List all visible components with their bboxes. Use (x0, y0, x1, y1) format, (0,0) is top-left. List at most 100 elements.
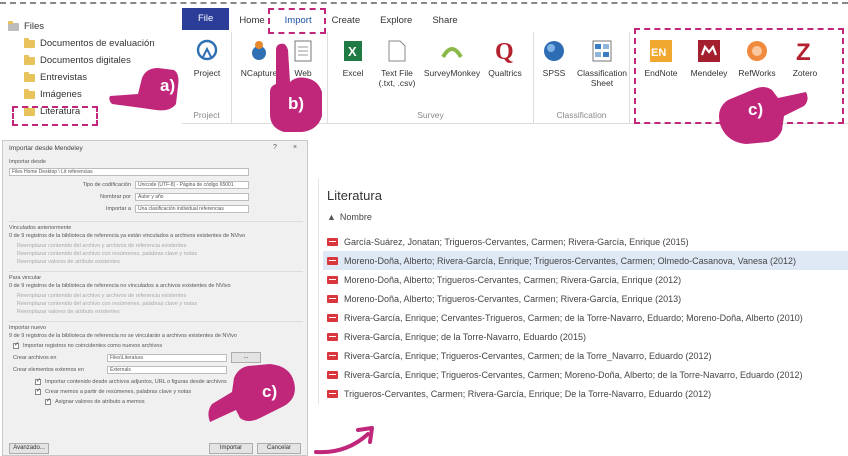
tree-item-label: Documentos de evaluación (40, 38, 155, 49)
tab-create[interactable]: Create (322, 12, 371, 30)
cancel-button[interactable]: Cancelar (257, 443, 301, 454)
list-item[interactable]: Rivera-García, Enrique; de la Torre-Nava… (323, 327, 848, 346)
folder-icon (24, 71, 35, 82)
spss-button[interactable]: SPSS (534, 38, 574, 78)
faded-option: Reemplazar valores de atributo existente… (17, 309, 120, 315)
svg-text:Q: Q (495, 39, 514, 64)
divider (9, 271, 303, 272)
import-to-label: Importar a (105, 206, 131, 212)
advanced-button[interactable]: Avanzado... (9, 443, 49, 454)
folder-icon (24, 37, 35, 48)
surveymonkey-icon (439, 38, 465, 64)
qualtrics-label: Qualtrics (488, 68, 522, 78)
qualtrics-button[interactable]: Q Qualtrics (480, 38, 530, 78)
svg-text:X: X (348, 44, 357, 59)
pointing-hand-icon (208, 364, 295, 422)
assign-attributes-checkbox[interactable] (45, 397, 51, 405)
list-item-label: Moreno-Doña, Alberto; Trigueros-Cervante… (344, 293, 682, 304)
ribbon-group-project: Project Project (182, 32, 232, 124)
list-item[interactable]: Rivera-García, Enrique; Cervantes-Trigue… (323, 308, 848, 327)
list-item[interactable]: Moreno-Doña, Alberto; Trigueros-Cervante… (323, 270, 848, 289)
section-title-to-link: Para vincular (9, 275, 42, 281)
folder-icon (24, 54, 35, 65)
faded-option: Reemplazar contenido del archivo y archi… (17, 293, 187, 299)
surveymonkey-button[interactable]: SurveyMonkey (422, 38, 482, 78)
divider (9, 321, 303, 322)
import-button[interactable]: Importar (209, 443, 253, 454)
tree-item-label: Entrevistas (40, 72, 87, 83)
pdf-icon (327, 370, 338, 379)
faded-option: Reemplazar contenido del archivo con res… (17, 251, 198, 257)
import-from-label: Importar desde (9, 159, 46, 165)
tree-item-documentos-evaluacion[interactable]: Documentos de evaluación (4, 35, 174, 52)
project-label: Project (193, 68, 221, 78)
folder-icon (8, 20, 19, 31)
tab-explore[interactable]: Explore (370, 12, 422, 30)
excel-button[interactable]: X Excel (328, 38, 378, 78)
ribbon-group-classification: SPSS Classification Sheet Classification (534, 32, 630, 124)
tree-item-files[interactable]: Files (4, 18, 174, 35)
import-to-select[interactable]: Una clasificación individual referencias (135, 205, 249, 213)
classification-sheet-button[interactable]: Classification Sheet (574, 38, 630, 88)
classification-sheet-icon (589, 38, 615, 64)
folder-icon (24, 88, 35, 99)
pointing-hand-icon (270, 43, 322, 132)
divider (9, 221, 303, 222)
list-item-label: Rivera-García, Enrique; Trigueros-Cervan… (344, 350, 712, 361)
create-memos-checkbox[interactable] (35, 387, 41, 395)
pdf-icon (327, 313, 338, 322)
pdf-icon (327, 237, 338, 246)
section-title-linked: Vinculados anteriormente (9, 225, 72, 231)
project-button[interactable]: Project (182, 38, 232, 78)
section-text-linked: 0 de 9 registros de la biblioteca de ref… (9, 233, 246, 239)
list-item[interactable]: Moreno-Doña, Alberto; Rivera-García, Enr… (323, 251, 848, 270)
list-item-label: Rivera-García, Enrique; de la Torre-Nava… (344, 331, 586, 342)
literatura-list: García-Suárez, Jonatan; Trigueros-Cervan… (323, 232, 848, 403)
import-content-checkbox[interactable] (35, 377, 41, 385)
list-item-label: Rivera-García, Enrique; Cervantes-Trigue… (344, 312, 803, 323)
tab-share[interactable]: Share (422, 12, 467, 30)
create-in-label: Crear archivos en (13, 355, 57, 361)
pdf-icon (327, 332, 338, 341)
project-icon (194, 38, 220, 64)
text-file-label: Text File (.txt, .csv) (378, 68, 416, 88)
create-externals-label: Crear elementos externos en (13, 367, 84, 373)
text-file-button[interactable]: Text File (.txt, .csv) (372, 38, 422, 88)
list-item[interactable]: Rivera-García, Enrique; Trigueros-Cervan… (323, 346, 848, 365)
surveymonkey-label: SurveyMonkey (423, 68, 481, 78)
create-in-field[interactable]: Files\Literatura (107, 354, 227, 362)
column-header-name[interactable]: ▲ Nombre (327, 212, 372, 222)
import-content-label: Importar contenido desde archivos adjunt… (45, 379, 227, 385)
callout-c-top: c) (748, 100, 764, 119)
create-memos-label: Crear memos a partir de resúmenes, palab… (45, 389, 192, 395)
list-item-label: Trigueros-Cervantes, Carmen; Rivera-Garc… (344, 388, 712, 399)
list-item[interactable]: Moreno-Doña, Alberto; Trigueros-Cervante… (323, 289, 848, 308)
list-item[interactable]: García-Suárez, Jonatan; Trigueros-Cervan… (323, 232, 848, 251)
encoding-label: Tipo de codificación (82, 182, 131, 188)
close-icon[interactable]: × (293, 144, 297, 151)
faded-option: Reemplazar contenido del archivo con res… (17, 301, 198, 307)
section-text-new: 9 de 9 registros de la biblioteca de ref… (9, 333, 237, 339)
name-by-select[interactable]: Autor y año (135, 193, 249, 201)
import-from-field[interactable]: Files Home Desktop \ Lit referencias (9, 168, 249, 176)
import-unmatched-checkbox[interactable] (13, 341, 19, 349)
help-icon[interactable]: ? (273, 144, 277, 151)
import-highlight-box (268, 8, 326, 34)
top-divider (0, 2, 848, 4)
pdf-icon (327, 389, 338, 398)
qualtrics-icon: Q (492, 38, 518, 64)
assign-attributes-label: Asignar valores de atributo a memos (55, 399, 145, 405)
tab-file[interactable]: File (182, 8, 230, 30)
list-item[interactable]: Rivera-García, Enrique; Trigueros-Cervan… (323, 365, 848, 384)
curved-arrow-icon (314, 426, 374, 455)
callout-a: a) (160, 76, 176, 95)
excel-icon: X (340, 38, 366, 64)
list-item-label: Rivera-García, Enrique; Trigueros-Cervan… (344, 369, 803, 380)
panel-title: Literatura (327, 188, 382, 203)
spss-icon (541, 38, 567, 64)
dialog-title: Importar desde Mendeley (9, 145, 83, 152)
pdf-icon (327, 275, 338, 284)
list-item[interactable]: Trigueros-Cervantes, Carmen; Rivera-Garc… (323, 384, 848, 403)
column-header-label: Nombre (339, 212, 372, 222)
encoding-select[interactable]: Unicode (UTF-8) - Página de código 65001 (135, 181, 249, 189)
